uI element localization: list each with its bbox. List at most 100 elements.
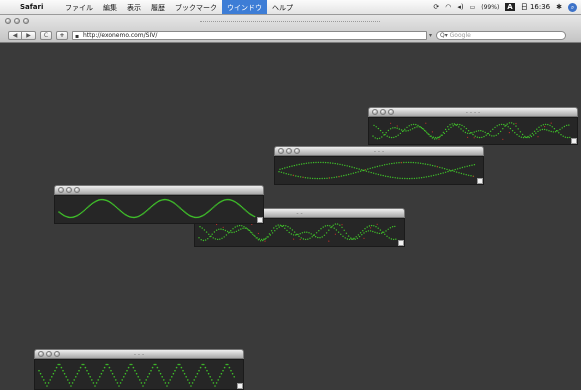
wave-dot: [434, 136, 437, 139]
minimize-icon[interactable]: [14, 18, 20, 24]
menu-view[interactable]: 表示: [122, 0, 146, 14]
zoom-icon[interactable]: [74, 187, 80, 193]
wave-dot: [143, 382, 146, 384]
rss-icon[interactable]: ▾: [429, 32, 432, 39]
minimize-icon[interactable]: [66, 187, 72, 193]
resize-handle-icon[interactable]: [477, 178, 483, 184]
mini-window-titlebar[interactable]: [54, 185, 264, 195]
menu-edit[interactable]: 編集: [98, 0, 122, 14]
wave-dot: [306, 231, 308, 233]
volume-icon[interactable]: ◂): [457, 3, 463, 11]
wave-dot: [290, 174, 292, 176]
mini-window-titlebar[interactable]: - - -: [274, 146, 484, 156]
wave-dot: [221, 237, 223, 239]
wave-dot: [191, 382, 194, 384]
wave-dot: [87, 372, 90, 375]
wave-dot: [394, 225, 396, 228]
wave-dot: [391, 162, 393, 165]
mini-window-3[interactable]: [54, 185, 264, 224]
spotlight-icon[interactable]: ⌕: [568, 2, 577, 12]
resize-handle-icon[interactable]: [571, 138, 577, 144]
mini-window-titlebar[interactable]: - - -: [34, 349, 244, 359]
wave-dot: [553, 128, 556, 130]
wave-graphic: [372, 122, 571, 140]
wave-dot: [461, 166, 464, 169]
title-grip: [200, 21, 380, 23]
zoom-icon[interactable]: [23, 18, 29, 24]
input-method-icon[interactable]: A: [505, 3, 515, 11]
wave-dot: [198, 369, 200, 372]
menu-window[interactable]: ウインドウ: [222, 0, 267, 14]
wave-dot: [296, 233, 298, 235]
address-bar[interactable]: ▪ http://exonemo.com/SIV/: [72, 31, 427, 40]
wave-dot: [454, 124, 457, 126]
wave-dot: [147, 209, 149, 211]
mini-window-1[interactable]: - - - -: [368, 107, 578, 145]
wave-dot: [430, 135, 432, 137]
search-field[interactable]: Q▾ Google: [436, 31, 566, 40]
wave-dot: [280, 171, 283, 173]
wave-dot: [291, 165, 293, 167]
wave-dot: [245, 227, 247, 229]
wave-dot: [201, 227, 203, 229]
wave-dot: [303, 231, 306, 233]
menu-clock[interactable]: 日 16:36: [521, 2, 550, 12]
wave-dot: [73, 379, 75, 381]
wave-dot: [253, 215, 256, 218]
wave-dot: [76, 372, 79, 375]
wave-dot: [62, 369, 64, 372]
wave-dot: [290, 233, 293, 235]
mini-window-5[interactable]: - - -: [34, 349, 244, 390]
wave-dot: [196, 372, 199, 375]
wave-dot: [463, 126, 465, 128]
back-button[interactable]: ◀: [8, 31, 22, 40]
wave-dot: [337, 231, 340, 233]
resize-handle-icon[interactable]: [398, 240, 404, 246]
close-icon[interactable]: [5, 18, 11, 24]
wave-dot: [537, 130, 539, 133]
mini-window-2[interactable]: - - -: [274, 146, 484, 185]
wave-dot: [382, 132, 384, 134]
bluetooth-icon[interactable]: ✱: [556, 3, 562, 11]
sync-icon[interactable]: ⟳: [433, 3, 439, 11]
wave-dot: [406, 177, 408, 180]
wave-dot: [442, 131, 445, 134]
wave-dot: [328, 229, 330, 231]
battery-icon[interactable]: ▭: [470, 4, 476, 11]
wave-dot: [395, 162, 398, 164]
reload-button[interactable]: C: [40, 31, 52, 40]
wave-dot: [303, 163, 305, 165]
menu-history[interactable]: 履歴: [146, 0, 170, 14]
wave-dot: [310, 233, 312, 235]
menu-help[interactable]: ヘルプ: [267, 0, 298, 14]
app-menu-safari[interactable]: Safari: [20, 3, 43, 11]
wave-dot: [422, 128, 425, 130]
resize-handle-icon[interactable]: [257, 217, 263, 223]
wave-dot: [188, 382, 191, 384]
wave-dot: [554, 131, 557, 133]
wave-dot: [392, 176, 394, 179]
menu-file[interactable]: ファイル: [60, 0, 98, 14]
wifi-icon[interactable]: ◠: [445, 3, 451, 11]
menu-bookmarks[interactable]: ブックマーク: [170, 0, 222, 14]
wave-dot: [179, 207, 181, 209]
wave-dot: [304, 238, 307, 241]
add-bookmark-button[interactable]: +: [56, 31, 68, 40]
forward-button[interactable]: ▶: [22, 31, 36, 40]
resize-handle-icon[interactable]: [237, 383, 243, 389]
wave-dot: [334, 233, 336, 235]
search-icon: Q▾: [440, 32, 448, 39]
wave-dot: [273, 227, 275, 229]
wave-dot: [335, 229, 338, 231]
wave-dot: [103, 366, 106, 369]
wave-dot: [299, 238, 301, 241]
wave-dot: [378, 232, 381, 235]
wave-dot: [203, 229, 206, 231]
wave-dot: [356, 167, 358, 170]
wave-dot: [481, 136, 483, 139]
wave-dot: [441, 134, 443, 136]
wave-dot: [522, 136, 525, 139]
close-icon[interactable]: [58, 187, 64, 193]
mini-window-titlebar[interactable]: - - - -: [368, 107, 578, 117]
wave-dot: [195, 376, 197, 378]
